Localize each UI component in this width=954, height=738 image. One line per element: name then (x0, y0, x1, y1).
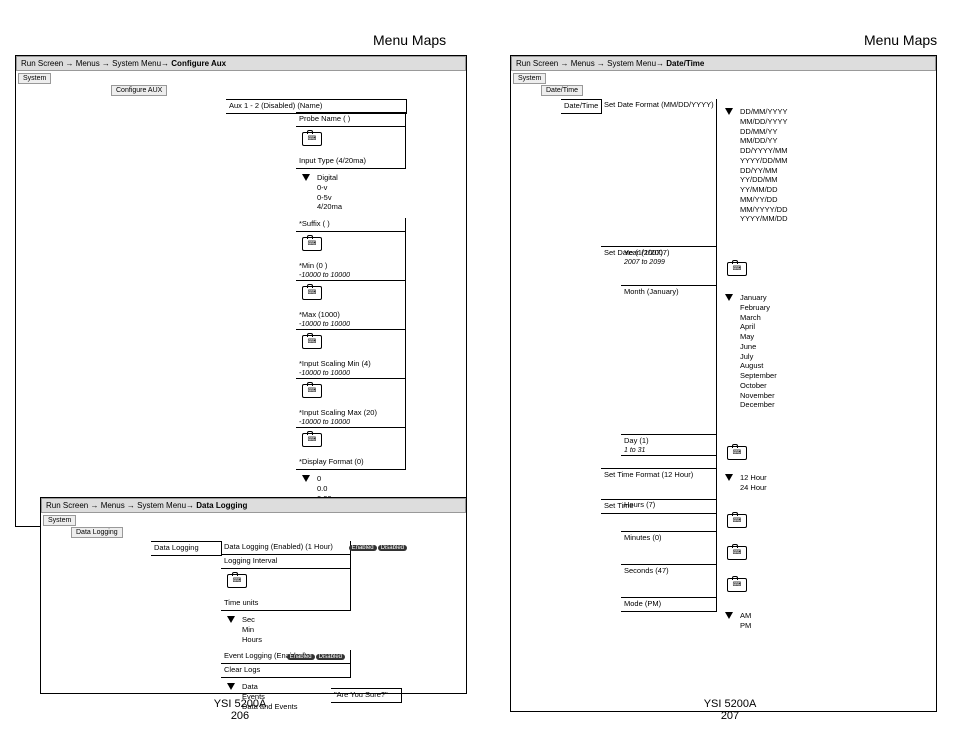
opt: Sec (239, 615, 265, 625)
row: Probe Name ( ) (296, 113, 405, 127)
row: Hours (7) (621, 499, 716, 532)
row: Set Date Format (MM/DD/YYYY) (601, 99, 716, 247)
pill-enabled: Enabled (287, 654, 315, 660)
page-data-logging: Run Screen → Menus → System Menu→ Data L… (40, 497, 467, 694)
opt: 0-v (314, 183, 345, 193)
row: Logging Interval (221, 555, 350, 569)
row: Clear Logs (221, 664, 350, 678)
row: Time units (221, 597, 350, 611)
dropdown-icon (227, 616, 235, 623)
opt: Hours (239, 635, 265, 645)
row: Month (January) (621, 286, 716, 435)
row: Event Logging (Enabled) EnabledDisabled (221, 650, 350, 664)
opt: Digital (314, 173, 345, 183)
dropdown-icon (302, 174, 310, 181)
row: Minutes (0) (621, 532, 716, 565)
tab-config-aux: Configure AUX (111, 85, 167, 96)
row: Input Type (4/20ma) (296, 155, 405, 169)
footer-left: YSI 5200A206 (190, 698, 290, 722)
months-list: JanuaryFebruary MarchApril MayJune JulyA… (737, 293, 780, 410)
opt: PM (737, 621, 754, 631)
dropdown-icon (302, 475, 310, 482)
keypad-icon: ⌨ (302, 335, 322, 349)
keypad-icon: ⌨ (727, 446, 747, 460)
opt: Data (239, 682, 300, 692)
row: *Display Format (0) (296, 456, 405, 470)
opt: 0-5v (314, 193, 345, 203)
page-configure-aux: Run Screen → Menus → System Menu→ Config… (15, 55, 467, 527)
breadcrumb: Run Screen → Menus → System Menu→ Data L… (41, 498, 466, 513)
row: *Suffix ( ) (296, 218, 405, 232)
breadcrumb: Run Screen → Menus → System Menu→ Date/T… (511, 56, 936, 71)
opt: 0 (314, 474, 335, 484)
row: Day (1)1 to 31 (621, 435, 716, 456)
tab-system: System (43, 515, 76, 526)
format-list: DD/MM/YYYYMM/DD/YYYY DD/MM/YYMM/DD/YY DD… (737, 107, 791, 224)
row: Mode (PM) (621, 598, 716, 612)
keypad-icon: ⌨ (302, 433, 322, 447)
row: Seconds (47) (621, 565, 716, 598)
dropdown-icon (725, 294, 733, 301)
tab-system: System (513, 73, 546, 84)
row: *Min (0 )-10000 to 10000 (296, 260, 405, 281)
row: Year (2007)2007 to 2099 (621, 247, 716, 286)
dropdown-icon (725, 108, 733, 115)
footer-right: YSI 5200A207 (680, 698, 780, 722)
tab-datetime: Date/Time (541, 85, 583, 96)
row: Set Time Format (12 Hour) (601, 469, 716, 500)
keypad-icon: ⌨ (302, 286, 322, 300)
row: *Max (1000)-10000 to 10000 (296, 309, 405, 330)
pill-enabled: Enabled (349, 545, 377, 551)
page-title-left: Menu Maps (373, 32, 446, 48)
row: Data Logging (151, 542, 221, 556)
keypad-icon: ⌨ (727, 262, 747, 276)
keypad-icon: ⌨ (302, 237, 322, 251)
breadcrumb: Run Screen → Menus → System Menu→ Config… (16, 56, 466, 71)
keypad-icon: ⌨ (227, 574, 247, 588)
dropdown-icon (725, 612, 733, 619)
keypad-icon: ⌨ (302, 132, 322, 146)
page-title-right: Menu Maps (864, 32, 937, 48)
tab-system: System (18, 73, 51, 84)
page-date-time: Run Screen → Menus → System Menu→ Date/T… (510, 55, 937, 712)
opt: 12 Hour (737, 473, 770, 483)
pill-disabled: Disabled (378, 545, 407, 551)
dropdown-icon (227, 683, 235, 690)
row: Data Logging (Enabled) (1 Hour) EnabledD… (221, 541, 350, 555)
opt: AM (737, 611, 754, 621)
row: "Are You Sure?" (331, 689, 401, 703)
pill-disabled: Disabled (316, 654, 345, 660)
opt: 24 Hour (737, 483, 770, 493)
dropdown-icon (725, 474, 733, 481)
keypad-icon: ⌨ (727, 546, 747, 560)
opt: 4/20ma (314, 202, 345, 212)
row: *Input Scaling Max (20)-10000 to 10000 (296, 407, 405, 428)
tab-data-logging: Data Logging (71, 527, 123, 538)
row: Date/Time (561, 100, 601, 114)
keypad-icon: ⌨ (302, 384, 322, 398)
opt: Min (239, 625, 265, 635)
opt: 0.0 (314, 484, 335, 494)
keypad-icon: ⌨ (727, 514, 747, 528)
row: *Input Scaling Min (4)-10000 to 10000 (296, 358, 405, 379)
keypad-icon: ⌨ (727, 578, 747, 592)
